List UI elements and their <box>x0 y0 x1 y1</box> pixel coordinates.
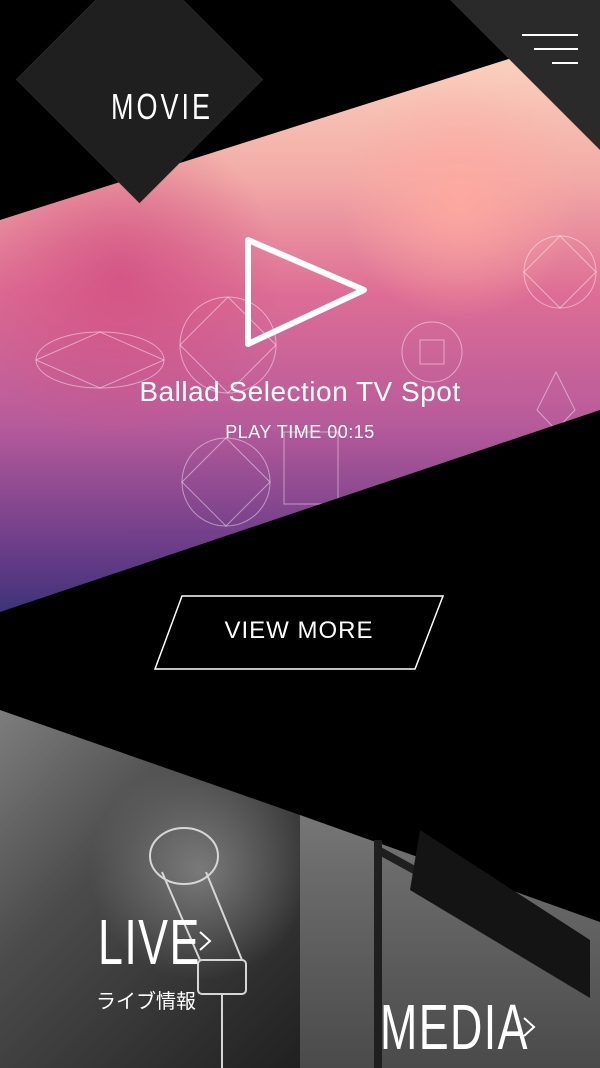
live-subtitle: ライブ情報 <box>96 991 196 1013</box>
video-title: Ballad Selection TV Spot <box>139 376 461 407</box>
chevron-right-icon[interactable] <box>522 1016 536 1038</box>
play-icon[interactable] <box>242 234 372 350</box>
live-title[interactable]: LIVE <box>98 905 201 979</box>
page: MOVIE Ballad Selection TV Spot PLAY TIME… <box>0 0 600 1068</box>
chevron-right-icon[interactable] <box>198 930 212 952</box>
section-label: MOVIE <box>111 86 214 127</box>
view-more-label: VIEW MORE <box>224 617 374 644</box>
video-play-time: PLAY TIME 00:15 <box>225 422 375 442</box>
hamburger-menu-icon[interactable] <box>518 30 578 70</box>
media-title[interactable]: MEDIA <box>380 990 529 1064</box>
view-more-button[interactable]: VIEW MORE <box>154 595 444 670</box>
